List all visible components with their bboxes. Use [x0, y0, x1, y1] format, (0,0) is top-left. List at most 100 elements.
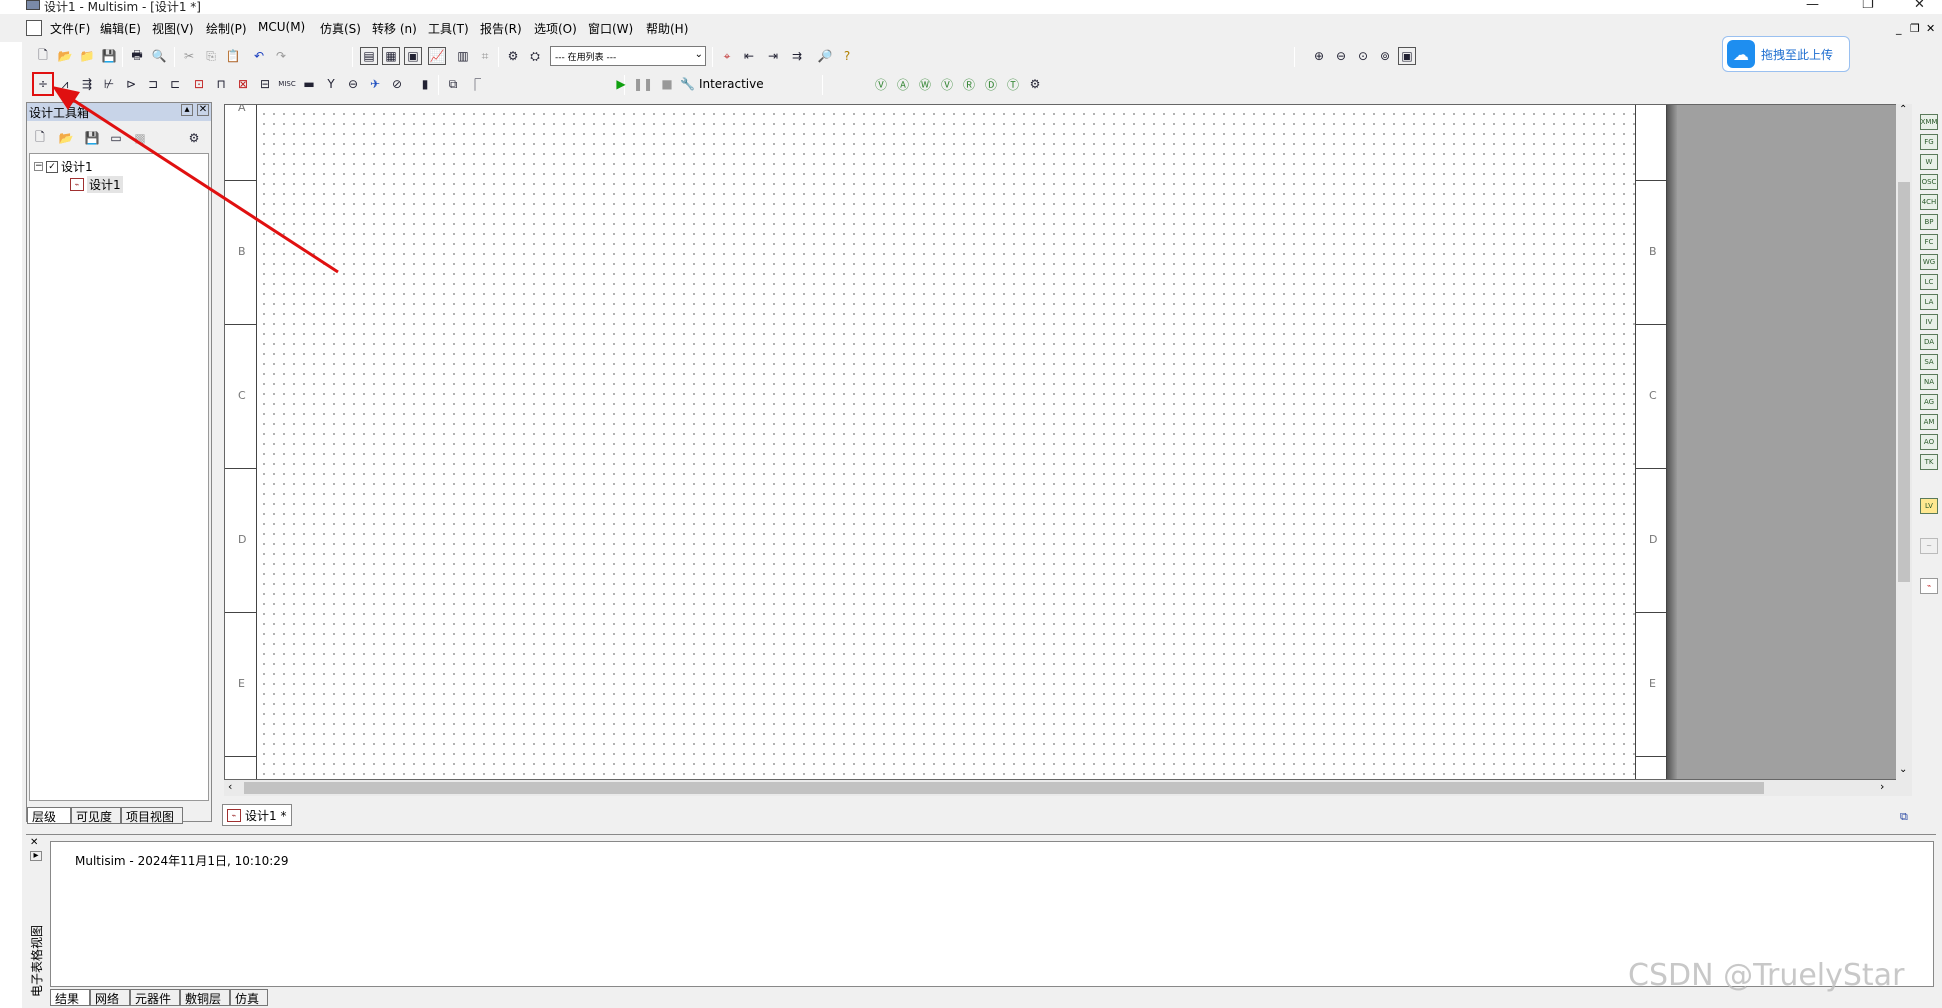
menu-window[interactable]: 窗口(W) — [588, 20, 633, 37]
probe-ref-icon[interactable]: Ⓡ — [960, 75, 978, 93]
parts-list-icon[interactable]: ⛭ — [526, 47, 544, 65]
grapher-icon[interactable]: 📈 — [428, 47, 446, 65]
scroll-up-icon[interactable]: ⌃ — [1899, 104, 1907, 115]
spectrum-analyzer-icon[interactable]: SA — [1920, 354, 1938, 370]
back-annotate-icon[interactable]: ⇤ — [740, 47, 758, 65]
zone-a-right — [1636, 105, 1668, 181]
probe-icon[interactable]: ⌖ — [718, 47, 736, 65]
zoom-area-icon[interactable]: ⊙ — [1354, 47, 1372, 65]
vertical-scroll-thumb[interactable] — [1898, 182, 1910, 582]
menu-transfer[interactable]: 转移 (n) — [372, 20, 417, 37]
find-examples-icon[interactable]: 🔎 — [816, 47, 834, 65]
erc-icon[interactable]: ⌗ — [476, 47, 494, 65]
panel-close-icon[interactable]: ✕ — [30, 837, 38, 848]
postprocessor-icon[interactable]: ▥ — [454, 47, 472, 65]
tab-document[interactable]: ⌁ 设计1 * — [222, 804, 292, 826]
mdi-close-button[interactable]: ✕ — [1926, 22, 1935, 35]
four-channel-oscilloscope-icon[interactable]: 4CH — [1920, 194, 1938, 210]
mdi-restore-button[interactable]: ❐ — [1910, 22, 1920, 35]
menu-reports[interactable]: 报告(R) — [480, 20, 522, 37]
forward-annotate-icon[interactable]: ⇥ — [764, 47, 782, 65]
function-generator-icon[interactable]: FG — [1920, 134, 1938, 150]
component-wizard-icon[interactable]: ⚙ — [504, 47, 522, 65]
tektronix-oscilloscope-icon[interactable]: TK — [1920, 454, 1938, 470]
tab-project-view[interactable]: 项目视图 — [121, 807, 183, 824]
full-screen-icon[interactable]: ▣ — [1398, 47, 1416, 65]
tab-hierarchy[interactable]: 层级 — [27, 807, 71, 824]
watermark: CSDN @TruelyStar — [1628, 958, 1905, 993]
tab-nets[interactable]: 网络 — [90, 989, 130, 1006]
help-icon[interactable]: ? — [838, 47, 856, 65]
place-ni-icon[interactable]: ✈ — [366, 75, 384, 93]
tab-results[interactable]: 结果 — [50, 989, 90, 1006]
stop-icon[interactable]: ■ — [658, 75, 676, 93]
menu-help[interactable]: 帮助(H) — [646, 20, 688, 37]
bode-plotter-icon[interactable]: BP — [1920, 214, 1938, 230]
transfer-icon[interactable]: ⇉ — [788, 47, 806, 65]
place-bus-icon[interactable]: ⎾ — [466, 75, 484, 93]
word-generator-icon[interactable]: WG — [1920, 254, 1938, 270]
frequency-counter-icon[interactable]: FC — [1920, 234, 1938, 250]
agilent-multimeter-icon[interactable]: AM — [1920, 414, 1938, 430]
tab-simulation[interactable]: 仿真 — [230, 989, 268, 1006]
toggle-spreadsheet-icon[interactable]: ▦ — [382, 47, 400, 65]
scroll-right-icon[interactable]: › — [1880, 780, 1884, 793]
tab-components[interactable]: 元器件 — [130, 989, 180, 1006]
oscilloscope-icon[interactable]: OSC — [1920, 174, 1938, 190]
panel-pin-icon[interactable]: ▸ — [30, 851, 42, 861]
toggle-toolbox-icon[interactable]: ▤ — [360, 47, 378, 65]
menu-tools[interactable]: 工具(T) — [428, 20, 469, 37]
zone-f-right — [1636, 757, 1668, 779]
logic-converter-icon[interactable]: LC — [1920, 274, 1938, 290]
in-use-list-value: --- 在用列表 --- — [555, 53, 617, 63]
zoom-sheet-icon[interactable]: ⊚ — [1376, 47, 1394, 65]
probe-power-icon[interactable]: Ⓦ — [916, 75, 934, 93]
place-connector-icon[interactable]: ⊘ — [388, 75, 406, 93]
vertical-scrollbar[interactable]: ⌃ ⌄ — [1896, 104, 1912, 780]
probe-digital-icon[interactable]: Ⓓ — [982, 75, 1000, 93]
schematic-sheet[interactable] — [225, 105, 1667, 779]
iv-analyzer-icon[interactable]: IV — [1920, 314, 1938, 330]
spreadsheet-view-label: 电子表格视图 — [30, 924, 44, 997]
in-use-list-combo[interactable]: --- 在用列表 --- ⌄ — [550, 46, 706, 66]
probe-differential-icon[interactable]: Ⓥ — [938, 75, 956, 93]
cloud-upload-button[interactable]: ☁ 拖拽至此上传 — [1722, 36, 1850, 72]
probe-voltage-icon[interactable]: Ⓥ — [872, 75, 890, 93]
mdi-minimize-button[interactable]: _ — [1896, 22, 1902, 35]
horizontal-scroll-thumb[interactable] — [244, 782, 1764, 794]
probe-transistor-icon[interactable]: Ⓣ — [1004, 75, 1022, 93]
hierarchical-block-icon[interactable]: ⧉ — [444, 75, 462, 93]
tab-visibility[interactable]: 可见度 — [71, 807, 121, 824]
logic-analyzer-icon[interactable]: LA — [1920, 294, 1938, 310]
horizontal-scrollbar[interactable]: ‹ › — [224, 780, 1912, 796]
agilent-oscilloscope-icon[interactable]: AO — [1920, 434, 1938, 450]
place-mcu-icon[interactable]: ▮ — [416, 75, 434, 93]
schematic-canvas[interactable]: A B C D E B C D E — [224, 104, 1912, 780]
network-analyzer-icon[interactable]: NA — [1920, 374, 1938, 390]
layout-icon[interactable]: ⧉ — [1900, 810, 1908, 824]
distortion-analyzer-icon[interactable]: DA — [1920, 334, 1938, 350]
current-probe-icon[interactable]: ⌁ — [1920, 578, 1938, 594]
scroll-down-icon[interactable]: ⌄ — [1899, 764, 1907, 775]
ni-elvis-icon[interactable]: ~ — [1920, 538, 1938, 554]
agilent-generator-icon[interactable]: AG — [1920, 394, 1938, 410]
zoom-out-icon[interactable]: ⊖ — [1332, 47, 1350, 65]
labview-instrument-icon[interactable]: LV — [1920, 498, 1938, 514]
pause-icon[interactable]: ❚❚ — [633, 75, 653, 93]
scroll-left-icon[interactable]: ‹ — [228, 780, 232, 793]
restore-button[interactable]: ❐ — [1862, 0, 1874, 12]
close-button[interactable]: ✕ — [1914, 0, 1925, 12]
probe-settings-icon[interactable]: ⚙ — [1026, 75, 1044, 93]
wrench-icon: 🔧 — [680, 77, 695, 91]
menu-options[interactable]: 选项(O) — [534, 20, 577, 37]
interactive-mode-button[interactable]: 🔧 Interactive — [680, 77, 764, 91]
database-manager-icon[interactable]: ▣ — [404, 47, 422, 65]
multimeter-icon[interactable]: XMM — [1920, 114, 1938, 130]
probe-current-icon[interactable]: Ⓐ — [894, 75, 912, 93]
wattmeter-icon[interactable]: W — [1920, 154, 1938, 170]
instruments-toolbar: XMM FG W OSC 4CH BP FC WG LC LA IV DA SA… — [1916, 104, 1942, 624]
run-icon[interactable]: ▶ — [612, 75, 630, 93]
minimize-button[interactable]: — — [1806, 0, 1819, 12]
tab-copper-layers[interactable]: 敷铜层 — [180, 989, 230, 1006]
zoom-in-icon[interactable]: ⊕ — [1310, 47, 1328, 65]
